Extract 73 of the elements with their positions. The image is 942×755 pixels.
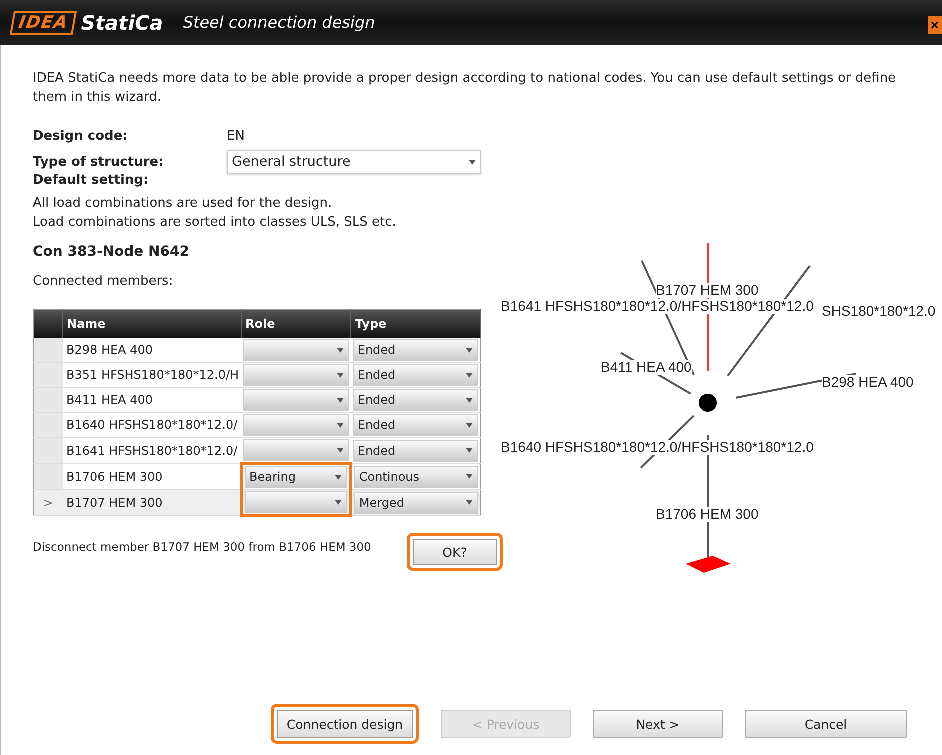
caret-icon	[336, 448, 344, 452]
caret-icon	[336, 372, 344, 378]
caret-icon	[335, 474, 342, 480]
member-label: B411 HEA 400	[601, 360, 692, 375]
logo: IDEA	[10, 10, 78, 34]
close-button[interactable]: ×	[928, 16, 942, 34]
caret-icon	[336, 348, 344, 352]
caret-icon	[466, 474, 473, 479]
brand-name: StatiCa	[81, 10, 164, 34]
section-label: Default setting:	[33, 173, 150, 188]
member-label: B1707 HEM 300	[656, 283, 759, 298]
member-label: B298 HEA 400	[822, 375, 914, 390]
field-label: Type of structure:	[33, 154, 165, 170]
node-dot	[699, 394, 717, 412]
member-label: SHS180*180*12.0	[822, 304, 936, 319]
role-dropdown[interactable]	[243, 339, 349, 361]
type-dropdown[interactable]: Ended	[352, 440, 478, 462]
type-dropdown[interactable]: Ended	[352, 389, 478, 411]
caret-icon	[469, 160, 476, 164]
role-dropdown[interactable]	[243, 414, 349, 436]
member-label: B1641 HFSHS180*180*12.0/HFSHS180*180*12.0	[501, 299, 814, 314]
row-header[interactable]	[34, 464, 62, 490]
type-dropdown[interactable]: Ended	[352, 339, 478, 361]
type-dropdown[interactable]: Merged	[354, 492, 478, 514]
column-header: Name	[62, 310, 242, 338]
member-label: B1640 HFSHS180*180*12.0/HFSHS180*180*12.0	[501, 440, 814, 455]
row-header[interactable]: >	[34, 490, 62, 516]
row-header[interactable]	[34, 388, 62, 412]
wizard-button[interactable]: Cancel	[745, 710, 907, 738]
structure-dropdown[interactable]: General structure	[227, 150, 481, 174]
type-dropdown[interactable]: Ended	[352, 364, 478, 386]
role-dropdown[interactable]	[243, 364, 349, 386]
table-cell: B1641 HFSHS180*180*12.0/	[62, 438, 242, 464]
support-icon	[686, 556, 731, 573]
connection-title: Con 383-Node N642	[33, 244, 190, 260]
intro-text: IDEA StatiCa needs more data to be able provide a proper design according to national codes. You can use default settings or define them in this wizard.	[33, 70, 898, 107]
role-dropdown[interactable]: Bearing	[244, 466, 348, 488]
caret-icon	[466, 500, 473, 505]
caret-icon	[466, 372, 473, 378]
table-cell: B351 HFSHS180*180*12.0/H	[62, 362, 242, 388]
field-value: EN	[227, 128, 245, 144]
caret-icon	[466, 448, 473, 453]
role-dropdown[interactable]	[244, 491, 348, 513]
table-cell: B298 HEA 400	[62, 338, 242, 362]
members-label: Connected members:	[33, 274, 174, 289]
wizard-button[interactable]: Next >	[593, 710, 723, 738]
table-cell: B411 HEA 400	[62, 388, 242, 412]
table-cell: B1707 HEM 300	[62, 490, 242, 516]
caret-icon	[466, 422, 473, 428]
role-dropdown[interactable]	[243, 389, 349, 411]
message-text: Disconnect member B1707 HEM 300 from B1706 HEM 300	[33, 540, 372, 554]
field-label: Design code:	[33, 128, 129, 144]
type-dropdown[interactable]: Ended	[352, 414, 478, 436]
row-header[interactable]	[34, 438, 62, 464]
info-text: All load combinations are used for the design.	[33, 195, 334, 213]
column-header: Role	[241, 310, 351, 338]
member-label: B1706 HEM 300	[656, 507, 759, 522]
caret-icon	[466, 348, 473, 352]
wizard-button[interactable]: Connection design	[271, 704, 419, 744]
caret-icon	[336, 422, 344, 428]
row-header[interactable]	[34, 362, 62, 388]
row-header[interactable]	[34, 338, 62, 362]
row-header[interactable]	[34, 412, 62, 438]
caret-icon	[336, 398, 344, 402]
type-dropdown[interactable]: Continous	[354, 466, 478, 488]
caret-icon	[466, 398, 473, 402]
column-header: Type	[350, 310, 480, 338]
table-cell: B1640 HFSHS180*180*12.0/	[62, 412, 242, 438]
role-dropdown[interactable]	[243, 439, 349, 461]
info-text: Load combinations are sorted into classes ULS, SLS etc.	[33, 214, 398, 232]
ok-button[interactable]: OK?	[407, 533, 503, 571]
window-title: Steel connection design	[183, 13, 376, 32]
caret-icon	[335, 500, 342, 504]
